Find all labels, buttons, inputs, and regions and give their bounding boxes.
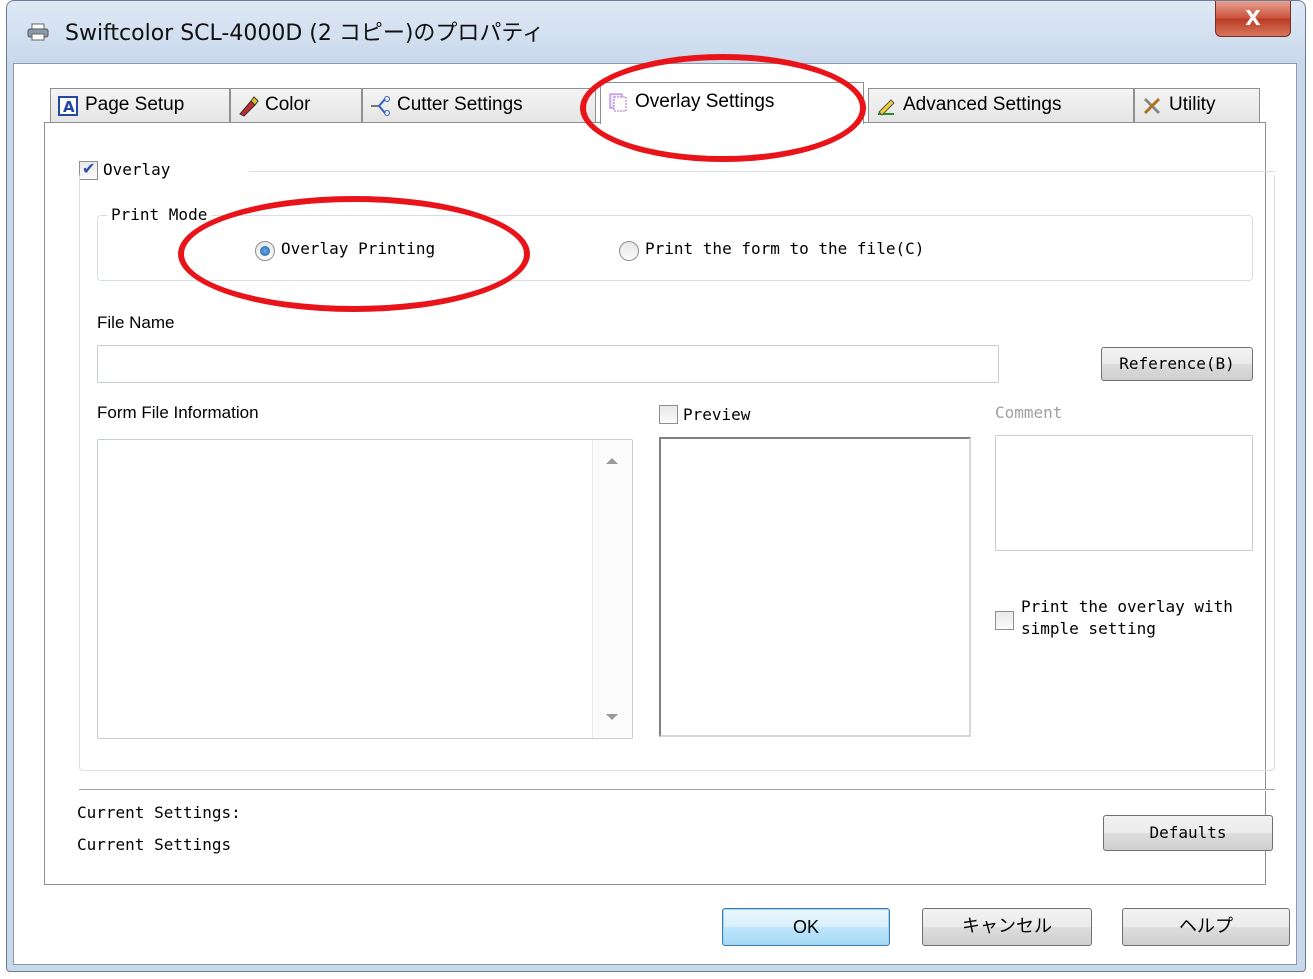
title-bar[interactable]: Swiftcolor SCL-4000D (2 コピー)のプロパティ X xyxy=(7,1,1305,61)
form-file-info-listbox[interactable] xyxy=(97,439,633,739)
tab-label: Color xyxy=(265,94,311,115)
reference-button[interactable]: Reference(B) xyxy=(1101,347,1253,381)
overlay-printing-radio[interactable] xyxy=(255,241,275,261)
preview-label: Preview xyxy=(683,405,751,424)
simple-setting-label-line2: simple setting xyxy=(1021,619,1156,638)
printer-icon xyxy=(27,23,49,41)
print-form-to-file-radio[interactable] xyxy=(619,241,639,261)
tab-overlay-settings[interactable]: Overlay Settings xyxy=(600,82,864,124)
defaults-button[interactable]: Defaults xyxy=(1103,815,1273,851)
tab-label: Overlay Settings xyxy=(635,91,775,112)
svg-text:A: A xyxy=(63,98,75,116)
dialog-client-area: A Page Setup Color Cutter Settings Overl… xyxy=(13,63,1297,965)
form-file-info-label: Form File Information xyxy=(97,403,259,422)
current-settings-value: Current Settings xyxy=(77,835,232,854)
ok-button[interactable]: OK xyxy=(722,908,890,946)
tab-utility[interactable]: Utility xyxy=(1134,88,1260,122)
page-setup-icon: A xyxy=(58,96,78,116)
help-button[interactable]: ヘルプ xyxy=(1122,908,1290,946)
tab-color[interactable]: Color xyxy=(230,88,362,122)
cancel-button[interactable]: キャンセル xyxy=(922,908,1092,946)
print-mode-title: Print Mode xyxy=(107,205,212,224)
advanced-icon xyxy=(878,99,895,116)
file-name-input[interactable] xyxy=(97,345,999,383)
file-name-label: File Name xyxy=(97,313,175,332)
utility-icon xyxy=(1143,97,1161,115)
tab-cutter-settings[interactable]: Cutter Settings xyxy=(362,88,596,122)
scroll-up-icon[interactable] xyxy=(606,458,618,464)
tab-advanced-settings[interactable]: Advanced Settings xyxy=(868,88,1134,122)
tab-label: Cutter Settings xyxy=(397,94,523,115)
tab-label: Utility xyxy=(1169,94,1216,115)
window-title: Swiftcolor SCL-4000D (2 コピー)のプロパティ xyxy=(65,21,545,46)
tab-page-setup[interactable]: A Page Setup xyxy=(50,88,230,122)
color-icon xyxy=(239,96,259,117)
scroll-down-icon[interactable] xyxy=(606,714,618,720)
print-form-to-file-label: Print the form to the file(C) xyxy=(645,239,925,258)
overlay-group-top-line xyxy=(249,171,1275,172)
comment-textarea[interactable] xyxy=(995,435,1253,551)
properties-window: Swiftcolor SCL-4000D (2 コピー)のプロパティ X A P… xyxy=(6,0,1306,972)
simple-setting-label-line1: Print the overlay with xyxy=(1021,597,1233,616)
tab-label: Advanced Settings xyxy=(903,94,1062,115)
form-file-info-scrollbar[interactable] xyxy=(592,440,632,738)
cutter-icon xyxy=(371,96,390,116)
simple-setting-checkbox[interactable] xyxy=(995,611,1014,630)
preview-pane xyxy=(659,437,971,737)
comment-label: Comment xyxy=(995,403,1063,422)
tab-label: Page Setup xyxy=(85,94,185,115)
overlay-icon xyxy=(609,93,627,112)
overlay-printing-label: Overlay Printing xyxy=(281,239,436,258)
close-icon: X xyxy=(1245,6,1261,30)
close-button[interactable]: X xyxy=(1215,1,1291,37)
footer-separator xyxy=(79,789,1275,791)
overlay-settings-page: Overlay Print Mode Overlay Printing Prin… xyxy=(44,122,1275,885)
current-settings-label: Current Settings: xyxy=(77,803,241,822)
preview-checkbox[interactable] xyxy=(659,405,678,424)
